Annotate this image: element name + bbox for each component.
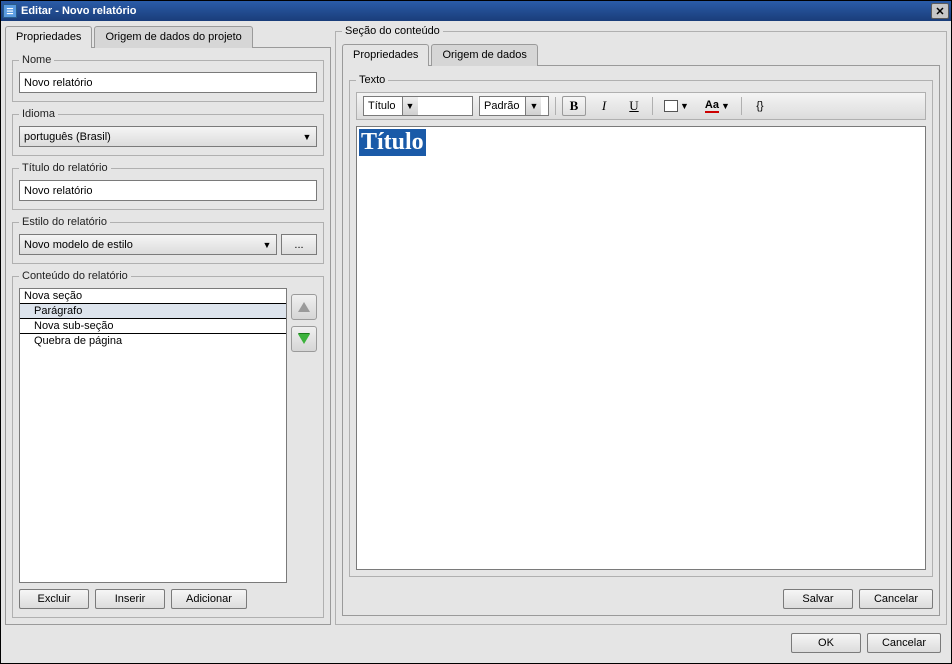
dialog-body: Propriedades Origem de dados do projeto … xyxy=(1,21,951,663)
add-button[interactable]: Adicionar xyxy=(171,589,247,609)
section-content-label: Seção do conteúdo xyxy=(342,25,443,37)
left-panel: Propriedades Origem de dados do projeto … xyxy=(5,25,331,625)
window-title: Editar - Novo relatório xyxy=(21,5,931,17)
italic-icon: I xyxy=(602,98,606,114)
right-tabs: Propriedades Origem de dados xyxy=(342,43,940,65)
combo-language[interactable]: português (Brasil) ▼ xyxy=(19,126,317,147)
insert-button[interactable]: Inserir xyxy=(95,589,165,609)
app-icon: ☰ xyxy=(3,4,17,18)
left-tabs: Propriedades Origem de dados do projeto xyxy=(5,25,331,47)
cancel-section-button[interactable]: Cancelar xyxy=(859,589,933,609)
fill-color-button[interactable]: ▼ xyxy=(659,96,694,116)
color-swatch-icon xyxy=(664,100,678,112)
chevron-down-icon: ▼ xyxy=(680,101,689,111)
insert-field-button[interactable]: {} xyxy=(748,96,772,116)
toolbar-divider xyxy=(652,97,653,115)
group-name: Nome xyxy=(12,54,324,102)
tab-section-properties[interactable]: Propriedades xyxy=(342,44,429,66)
bold-icon: B xyxy=(570,98,579,114)
style-more-button[interactable]: ... xyxy=(281,234,317,255)
close-icon[interactable]: ✕ xyxy=(931,3,949,19)
label-report-style: Estilo do relatório xyxy=(19,216,110,228)
ok-button[interactable]: OK xyxy=(791,633,861,653)
font-color-icon: Aa xyxy=(705,100,719,113)
label-language: Idioma xyxy=(19,108,58,120)
italic-button[interactable]: I xyxy=(592,96,616,116)
ellipsis-icon: ... xyxy=(294,239,303,251)
combo-language-value: português (Brasil) xyxy=(24,131,300,143)
group-report-content: Conteúdo do relatório Nova seção Parágra… xyxy=(12,270,324,618)
combo-report-style-value: Novo modelo de estilo xyxy=(24,239,260,251)
dialog-window: ☰ Editar - Novo relatório ✕ Propriedades… xyxy=(0,0,952,664)
chevron-down-icon: ▼ xyxy=(525,97,541,115)
style-combo[interactable]: Título ▼ xyxy=(363,96,473,116)
reorder-buttons xyxy=(291,288,317,583)
bold-button[interactable]: B xyxy=(562,96,586,116)
cancel-button[interactable]: Cancelar xyxy=(867,633,941,653)
delete-button[interactable]: Excluir xyxy=(19,589,89,609)
braces-icon: {} xyxy=(756,100,763,112)
list-item[interactable]: Quebra de página xyxy=(20,334,286,348)
section-button-row: Salvar Cancelar xyxy=(349,589,933,609)
input-report-title[interactable] xyxy=(19,180,317,201)
list-item[interactable]: Nova sub-seção xyxy=(20,319,286,334)
move-up-button[interactable] xyxy=(291,294,317,320)
group-language: Idioma português (Brasil) ▼ xyxy=(12,108,324,156)
input-name[interactable] xyxy=(19,72,317,93)
combo-report-style[interactable]: Novo modelo de estilo ▼ xyxy=(19,234,277,255)
list-item[interactable]: Parágrafo xyxy=(20,304,286,319)
chevron-down-icon: ▼ xyxy=(402,97,418,115)
size-combo[interactable]: Padrão ▼ xyxy=(479,96,549,116)
toolbar-divider xyxy=(741,97,742,115)
arrow-down-icon xyxy=(298,334,310,344)
text-group: Texto Título ▼ Padrão ▼ xyxy=(349,74,933,577)
content-list[interactable]: Nova seção Parágrafo Nova sub-seção Queb… xyxy=(19,288,287,583)
text-group-label: Texto xyxy=(356,74,388,86)
font-color-button[interactable]: Aa ▼ xyxy=(700,96,735,116)
dialog-footer: OK Cancelar xyxy=(5,629,947,659)
chevron-down-icon: ▼ xyxy=(300,132,314,142)
chevron-down-icon: ▼ xyxy=(260,240,274,250)
tab-section-datasource[interactable]: Origem de dados xyxy=(431,44,537,66)
content-button-row: Excluir Inserir Adicionar xyxy=(19,589,317,609)
label-report-content: Conteúdo do relatório xyxy=(19,270,131,282)
label-name: Nome xyxy=(19,54,54,66)
size-combo-value: Padrão xyxy=(480,100,525,112)
editor-selected-text: Título xyxy=(359,129,426,156)
tab-properties[interactable]: Propriedades xyxy=(5,26,92,48)
titlebar: ☰ Editar - Novo relatório ✕ xyxy=(1,1,951,21)
text-editor[interactable]: Título xyxy=(356,126,926,570)
underline-button[interactable]: U xyxy=(622,96,646,116)
right-panel: Seção do conteúdo Propriedades Origem de… xyxy=(335,25,947,625)
format-toolbar: Título ▼ Padrão ▼ B I xyxy=(356,92,926,120)
group-report-title: Título do relatório xyxy=(12,162,324,210)
chevron-down-icon: ▼ xyxy=(721,101,730,111)
tab-project-datasource[interactable]: Origem de dados do projeto xyxy=(94,26,252,48)
group-report-style: Estilo do relatório Novo modelo de estil… xyxy=(12,216,324,264)
left-panel-body: Nome Idioma português (Brasil) ▼ Título … xyxy=(5,47,331,625)
move-down-button[interactable] xyxy=(291,326,317,352)
toolbar-divider xyxy=(555,97,556,115)
list-item[interactable]: Nova seção xyxy=(20,289,286,304)
arrow-up-icon xyxy=(298,302,310,312)
save-button[interactable]: Salvar xyxy=(783,589,853,609)
main-columns: Propriedades Origem de dados do projeto … xyxy=(5,25,947,625)
underline-icon: U xyxy=(629,98,638,114)
section-content-group: Seção do conteúdo Propriedades Origem de… xyxy=(335,25,947,625)
style-combo-value: Título xyxy=(364,100,402,112)
label-report-title: Título do relatório xyxy=(19,162,111,174)
